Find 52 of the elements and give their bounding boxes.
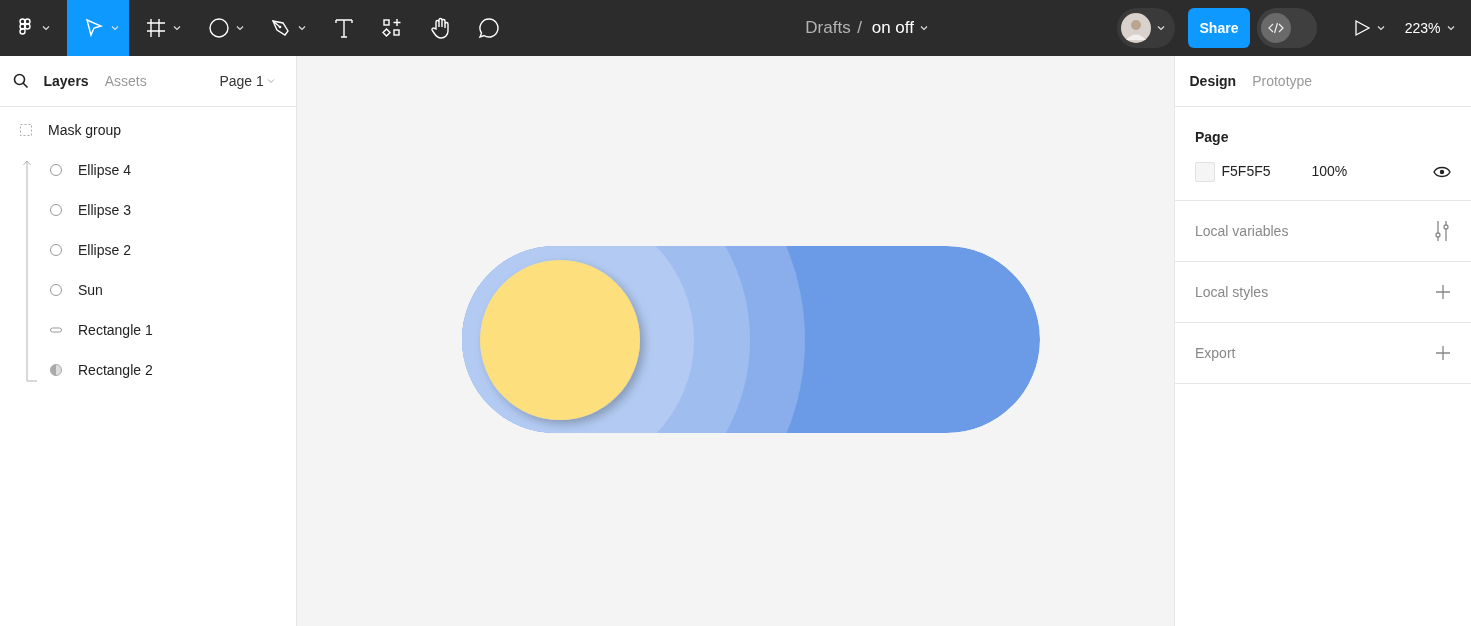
- chevron-down-icon: [1156, 24, 1165, 32]
- section-title: Local styles: [1195, 282, 1269, 302]
- folder-link[interactable]: Drafts: [805, 15, 851, 41]
- layer-name[interactable]: Rectangle 1: [78, 319, 153, 341]
- section-title: Local variables: [1195, 221, 1289, 241]
- chevron-down-icon: [919, 24, 928, 32]
- chevron-down-icon: [110, 24, 119, 32]
- chevron-down-icon: [235, 24, 244, 32]
- chevron-down-icon: [42, 24, 50, 32]
- layer-name[interactable]: Ellipse 3: [78, 199, 131, 221]
- chevron-down-icon: [1446, 24, 1455, 32]
- play-icon: [1352, 19, 1371, 37]
- dev-mode-toggle[interactable]: [1256, 8, 1317, 48]
- panel-tab[interactable]: Design: [1181, 70, 1245, 92]
- chevron-down-icon: [1376, 24, 1385, 32]
- opacity-value[interactable]: 100%: [1311, 161, 1348, 182]
- half-circle-icon: [48, 362, 64, 379]
- avatar-icon: [1120, 13, 1151, 43]
- eye-icon[interactable]: [1433, 166, 1451, 179]
- avatar-menu[interactable]: [1116, 8, 1175, 48]
- ellipse-icon: [48, 242, 64, 259]
- layer-name[interactable]: Rectangle 2: [78, 359, 153, 381]
- ellipse-icon: [207, 17, 230, 39]
- fill-hex-value[interactable]: F5F5F5: [1221, 161, 1312, 182]
- layer-name[interactable]: Mask group: [48, 119, 122, 141]
- resources-icon: [381, 17, 403, 39]
- sliders-icon[interactable]: [1433, 220, 1451, 242]
- frame-icon: [145, 17, 167, 39]
- pen-icon: [270, 17, 292, 39]
- layer-name[interactable]: Ellipse 2: [78, 239, 131, 261]
- file-name-menu[interactable]: on off: [868, 0, 932, 56]
- chevron-down-icon: [173, 24, 181, 32]
- layer-name[interactable]: Ellipse 4: [78, 159, 131, 181]
- ellipse-icon: [48, 282, 64, 299]
- ellipse-icon: [48, 202, 64, 219]
- mask-group-icon: [18, 122, 34, 139]
- panel-tab[interactable]: Layers: [35, 70, 97, 92]
- layer-name[interactable]: Sun: [78, 279, 103, 301]
- search-icon[interactable]: [13, 73, 29, 89]
- chevron-down-icon: [298, 24, 306, 32]
- text-icon: [332, 17, 355, 39]
- page-selector[interactable]: Page 1: [211, 70, 283, 92]
- section-title: Export: [1195, 343, 1236, 363]
- zoom-menu[interactable]: 223%: [1401, 0, 1465, 56]
- section-title: Page: [1195, 128, 1230, 147]
- color-swatch[interactable]: [1195, 161, 1215, 182]
- chevron-down-icon: [267, 77, 275, 85]
- code-icon: [1267, 22, 1284, 34]
- path-separator: /: [857, 17, 862, 40]
- comment-icon: [478, 17, 500, 39]
- hand-icon: [429, 17, 452, 39]
- ellipse-icon: [48, 162, 64, 179]
